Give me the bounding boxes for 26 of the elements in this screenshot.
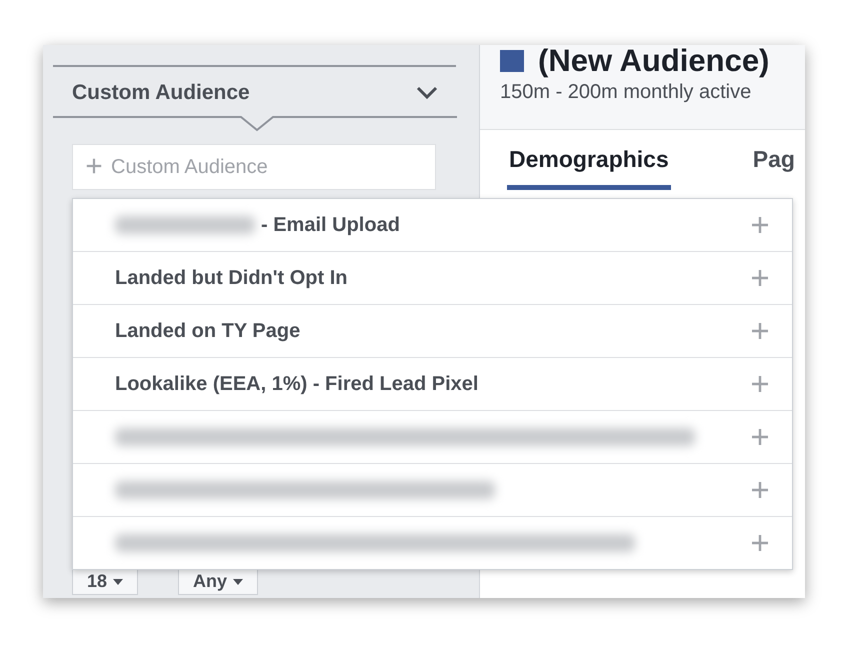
tab[interactable]: Demographics	[507, 144, 671, 190]
dropdown-select[interactable]: Any	[178, 568, 258, 595]
audience-option-label: - Email Upload	[261, 214, 401, 236]
audience-option[interactable]: Landed on TY Page	[73, 304, 792, 357]
section-header[interactable]: Custom Audience	[53, 67, 456, 118]
audience-option[interactable]: - Email Upload	[73, 199, 792, 251]
audience-size: 150m - 200m monthly active	[500, 81, 752, 104]
search-field[interactable]: Custom Audience	[72, 144, 436, 190]
plus-icon	[85, 157, 103, 175]
plus-icon	[750, 427, 770, 447]
plus-icon	[750, 268, 770, 288]
plus-icon	[750, 374, 770, 394]
caret-icon	[113, 578, 124, 584]
tab[interactable]: Pag	[750, 144, 797, 190]
plus-icon	[750, 215, 770, 235]
plus-icon	[750, 321, 770, 341]
plus-icon	[750, 533, 770, 553]
audience-option-label: Landed on TY Page	[115, 320, 302, 342]
dropdown-select[interactable]: 18	[72, 568, 138, 595]
audience-option-label: Lookalike (EEA, 1%) - Fired Lead Pixel	[115, 372, 480, 396]
audience-option[interactable]: Landed but Didn't Opt In	[73, 251, 792, 304]
caret-icon	[233, 578, 244, 584]
plus-icon	[750, 480, 770, 500]
audience-option-label: Landed but Didn't Opt In	[115, 266, 348, 290]
audience-title: (New Audience)	[538, 45, 770, 79]
audience-option[interactable]: Lookalike (EEA, 1%) - Fired Lead Pixel	[73, 357, 792, 410]
